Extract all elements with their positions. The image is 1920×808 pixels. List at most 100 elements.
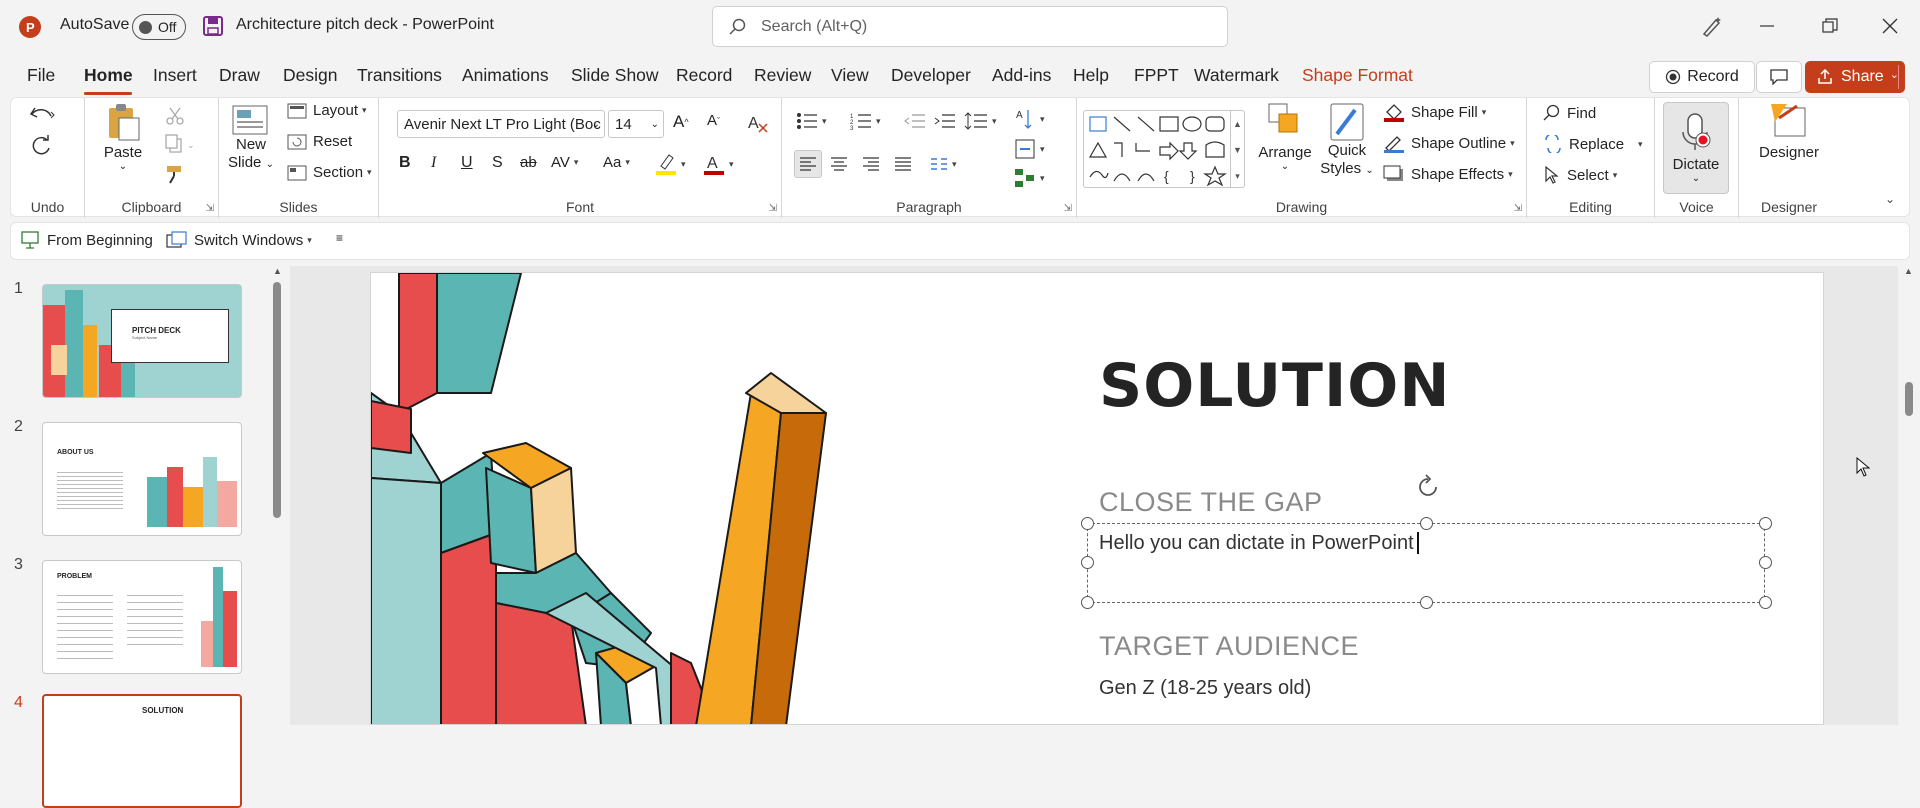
tab-shape-format[interactable]: Shape Format — [1302, 65, 1413, 86]
section-button[interactable]: Section ▾ — [287, 164, 372, 181]
columns-icon[interactable]: ▾ — [930, 156, 957, 172]
resize-handle[interactable] — [1081, 517, 1094, 530]
copy-icon[interactable]: ⌄ — [165, 134, 195, 154]
tab-review[interactable]: Review — [754, 65, 811, 86]
select-button[interactable]: Select ▾ — [1543, 166, 1617, 184]
thumbnail-slide-3[interactable]: PROBLEM — [42, 560, 242, 674]
tab-file[interactable]: File — [27, 65, 55, 86]
tab-watermark[interactable]: Watermark — [1194, 65, 1279, 86]
tab-fppt[interactable]: FPPT — [1134, 65, 1179, 86]
resize-handle[interactable] — [1420, 596, 1433, 609]
arrange-button[interactable]: Arrange ⌄ — [1257, 102, 1313, 172]
cut-icon[interactable] — [165, 106, 185, 126]
share-button[interactable]: Share ⌄ — [1805, 61, 1905, 93]
bold-icon[interactable]: B — [399, 154, 411, 172]
clear-formatting-icon[interactable]: A — [747, 112, 769, 134]
tab-slide-show[interactable]: Slide Show — [571, 65, 659, 86]
change-case-icon[interactable]: Aa ▾ — [603, 154, 630, 171]
clipboard-launcher-icon[interactable]: ⇲ — [206, 203, 214, 214]
redo-icon[interactable] — [29, 134, 53, 158]
switch-windows-button[interactable]: Switch Windows ▾ — [166, 231, 312, 249]
justify-icon[interactable] — [894, 156, 912, 172]
layout-button[interactable]: Layout ▾ — [287, 102, 367, 119]
from-beginning-button[interactable]: From Beginning — [21, 231, 153, 249]
tab-design[interactable]: Design — [283, 65, 337, 86]
find-button[interactable]: Find — [1543, 104, 1596, 122]
undo-icon[interactable] — [29, 104, 59, 126]
shadow-icon[interactable]: S — [492, 154, 503, 172]
autosave-toggle[interactable]: Off — [132, 14, 186, 40]
tab-view[interactable]: View — [831, 65, 869, 86]
shape-outline-button[interactable]: Shape Outline ▾ — [1383, 133, 1515, 153]
underline-icon[interactable]: U — [461, 154, 473, 172]
shapes-gallery[interactable]: {} ▲ ▼ ▾ — [1083, 110, 1245, 188]
designer-button[interactable]: Designer — [1747, 102, 1831, 161]
increase-font-icon[interactable]: A ^ — [673, 112, 689, 132]
rotate-handle-icon[interactable] — [1414, 473, 1442, 501]
restore-icon[interactable] — [1822, 18, 1838, 34]
pen-icon[interactable] — [1700, 14, 1724, 38]
format-painter-icon[interactable] — [165, 164, 185, 184]
tab-developer[interactable]: Developer — [891, 65, 971, 86]
text-box-content[interactable]: Hello you can dictate in PowerPoint — [1099, 532, 1419, 555]
decrease-indent-icon[interactable] — [904, 112, 926, 130]
align-center-icon[interactable] — [830, 156, 848, 172]
search-box[interactable]: Search (Alt+Q) — [712, 6, 1228, 47]
slide-heading-close-the-gap[interactable]: CLOSE THE GAP — [1099, 487, 1323, 518]
strikethrough-icon[interactable]: ab — [520, 154, 537, 171]
tab-add-ins[interactable]: Add-ins — [992, 65, 1051, 86]
thumbnail-slide-2[interactable]: ABOUT US — [42, 422, 242, 536]
replace-button[interactable]: Replace ▾ — [1543, 135, 1643, 153]
resize-handle[interactable] — [1759, 596, 1772, 609]
character-spacing-icon[interactable]: AV ▾ — [551, 154, 578, 171]
minimize-icon[interactable] — [1760, 24, 1774, 28]
tab-home[interactable]: Home — [84, 65, 133, 86]
editor-scroll-thumb[interactable] — [1905, 382, 1913, 416]
align-text-icon[interactable]: ▾ — [1014, 138, 1045, 160]
save-icon[interactable] — [202, 15, 224, 37]
scroll-up-icon[interactable]: ▲ — [273, 266, 282, 276]
scroll-up-icon[interactable]: ▲ — [1904, 266, 1913, 276]
customize-toolbar-icon[interactable]: ≡ — [336, 231, 343, 245]
reset-button[interactable]: Reset — [287, 133, 352, 150]
tab-draw[interactable]: Draw — [219, 65, 260, 86]
thumbnail-scroll-thumb[interactable] — [273, 282, 281, 518]
highlight-color-icon[interactable]: ▾ — [655, 152, 686, 176]
drawing-launcher-icon[interactable]: ⇲ — [1514, 203, 1522, 214]
font-size-select[interactable]: 14 ⌄ — [608, 110, 664, 138]
font-family-select[interactable]: Avenir Next LT Pro Light (Boc ⌄ — [397, 110, 605, 138]
increase-indent-icon[interactable] — [934, 112, 956, 130]
align-right-icon[interactable] — [862, 156, 880, 172]
bullets-icon[interactable]: ▾ — [796, 112, 827, 130]
thumbnail-slide-4[interactable]: SOLUTION — [42, 694, 242, 808]
thumbnail-scrollbar[interactable]: ▲ — [270, 266, 284, 725]
tab-record[interactable]: Record — [676, 65, 732, 86]
paragraph-launcher-icon[interactable]: ⇲ — [1064, 203, 1072, 214]
line-spacing-icon[interactable]: ▾ — [964, 112, 997, 130]
comments-button[interactable] — [1756, 61, 1802, 93]
shape-effects-button[interactable]: Shape Effects ▾ — [1383, 164, 1513, 184]
resize-handle[interactable] — [1081, 556, 1094, 569]
resize-handle[interactable] — [1420, 517, 1433, 530]
dictate-button[interactable]: Dictate ⌄ — [1663, 102, 1729, 194]
font-launcher-icon[interactable]: ⇲ — [769, 203, 777, 214]
collapse-ribbon-icon[interactable]: ⌄ — [1885, 192, 1895, 206]
shapes-scroll-icon[interactable]: ▲ ▼ ▾ — [1230, 111, 1244, 187]
align-left-icon[interactable] — [794, 150, 822, 178]
share-chevron-icon[interactable]: ⌄ — [1890, 68, 1899, 81]
numbering-icon[interactable]: 1 2 3 ▾ — [850, 112, 881, 130]
tab-insert[interactable]: Insert — [153, 65, 197, 86]
selected-text-box[interactable]: Hello you can dictate in PowerPoint — [1087, 523, 1765, 603]
record-button[interactable]: Record — [1649, 61, 1755, 93]
thumbnail-slide-1[interactable]: PITCH DECK Subject Name — [42, 284, 242, 398]
close-icon[interactable] — [1882, 18, 1898, 34]
paste-button[interactable]: Paste ⌄ — [95, 102, 151, 172]
slide-heading-target-audience[interactable]: TARGET AUDIENCE — [1099, 631, 1359, 662]
italic-icon[interactable]: I — [431, 154, 436, 172]
decrease-font-icon[interactable]: Aˇ — [707, 112, 720, 129]
resize-handle[interactable] — [1759, 517, 1772, 530]
slide-body-target-audience[interactable]: Gen Z (18-25 years old) — [1099, 677, 1311, 700]
resize-handle[interactable] — [1759, 556, 1772, 569]
tab-transitions[interactable]: Transitions — [357, 65, 442, 86]
text-direction-icon[interactable]: A ▾ — [1014, 108, 1045, 130]
